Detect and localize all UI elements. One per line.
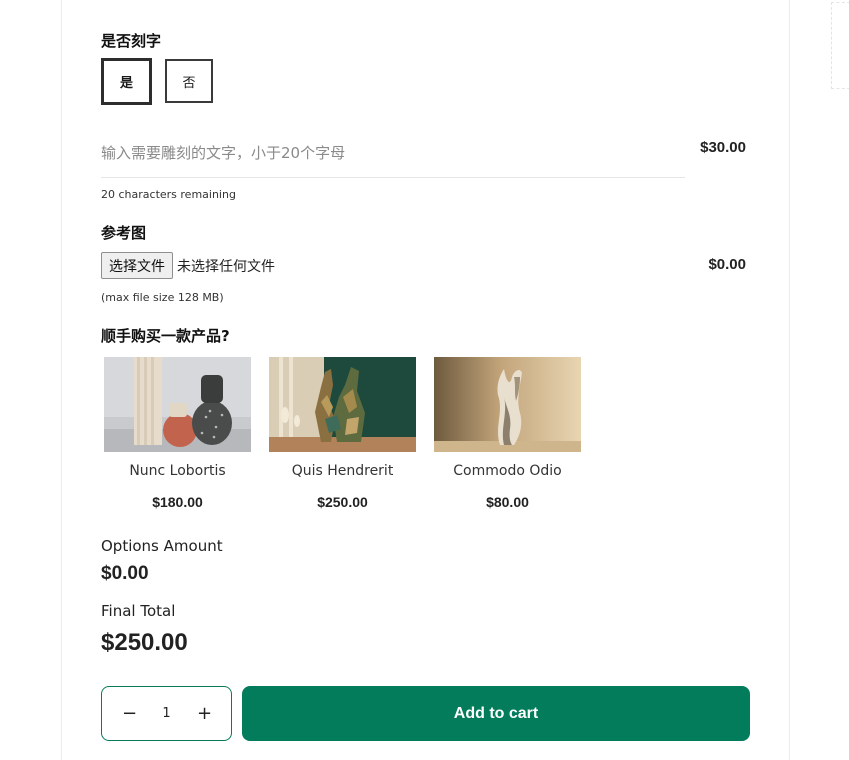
quantity-stepper: − + — [101, 686, 232, 741]
product-card[interactable]: Nunc Lobortis $180.00 — [104, 357, 251, 510]
engraving-option-no[interactable]: 否 — [165, 59, 213, 103]
product-price: $80.00 — [486, 494, 529, 510]
choose-file-button[interactable]: 选择文件 — [101, 252, 173, 279]
upsell-products: Nunc Lobortis $180.00 Quis Hendrerit $25 — [104, 357, 581, 510]
panel-border-left — [61, 0, 62, 760]
reference-image-price: $0.00 — [708, 256, 746, 273]
product-image-abstract[interactable] — [434, 357, 581, 452]
max-file-size-note: (max file size 128 MB) — [101, 291, 224, 304]
product-name[interactable]: Quis Hendrerit — [269, 463, 416, 479]
options-amount-value: $0.00 — [101, 563, 149, 584]
engraving-text-input[interactable] — [101, 128, 685, 178]
add-to-cart-button[interactable]: Add to cart — [242, 686, 750, 741]
quantity-decrease-button[interactable]: − — [122, 703, 137, 724]
options-amount-label: Options Amount — [101, 537, 223, 555]
engraving-label: 是否刻字 — [101, 32, 162, 50]
file-status-text: 未选择任何文件 — [177, 258, 275, 275]
product-card[interactable]: Commodo Odio $80.00 — [434, 357, 581, 510]
product-image-vases[interactable] — [104, 357, 251, 452]
upsell-label: 顺手购买一款产品? — [101, 327, 230, 345]
product-card[interactable]: Quis Hendrerit $250.00 — [269, 357, 416, 510]
product-name[interactable]: Nunc Lobortis — [104, 463, 251, 479]
characters-remaining: 20 characters remaining — [101, 188, 236, 201]
reference-image-label: 参考图 — [101, 224, 147, 242]
product-name[interactable]: Commodo Odio — [434, 463, 581, 479]
product-price: $180.00 — [152, 494, 203, 510]
engraving-option-yes[interactable]: 是 — [101, 58, 152, 105]
product-image-sculpture[interactable] — [269, 357, 416, 452]
panel-border-right — [789, 0, 790, 760]
engraving-price: $30.00 — [700, 139, 746, 156]
product-price: $250.00 — [317, 494, 368, 510]
file-upload-row: 选择文件 未选择任何文件 — [101, 252, 275, 279]
product-options-panel: 是否刻字 是 否 $30.00 20 characters remaining … — [101, 0, 751, 760]
final-total-value: $250.00 — [101, 629, 188, 656]
quantity-input[interactable] — [154, 706, 179, 721]
quantity-increase-button[interactable]: + — [197, 703, 212, 724]
final-total-label: Final Total — [101, 602, 176, 620]
side-placeholder — [831, 2, 849, 89]
